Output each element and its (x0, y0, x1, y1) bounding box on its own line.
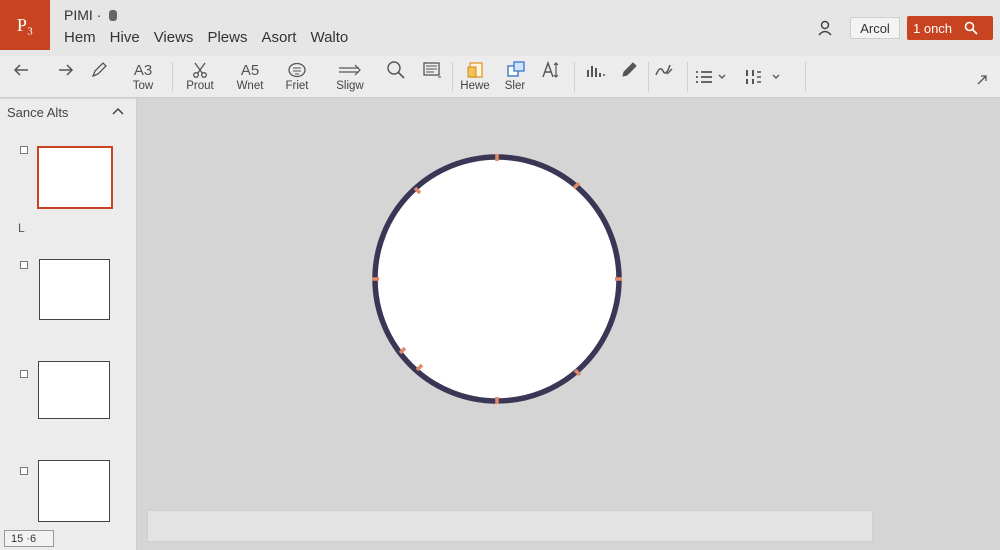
cancel-button[interactable]: Arcol (850, 17, 900, 39)
scissors-icon (193, 62, 207, 78)
notes-pane[interactable] (147, 510, 873, 542)
lasso-button[interactable] (384, 60, 408, 94)
ribbon-divider (805, 62, 806, 92)
search-button[interactable]: 1 onch (907, 16, 993, 40)
ink-button[interactable] (652, 60, 676, 94)
redo-button[interactable] (55, 60, 77, 94)
ribbon-divider (452, 62, 453, 92)
text-direction-button[interactable] (538, 60, 564, 94)
redo-icon (59, 64, 74, 76)
slide-3-checkbox[interactable] (20, 370, 28, 378)
circle-outline[interactable] (372, 154, 622, 404)
sligw-button[interactable]: Sligw (332, 60, 368, 94)
document-title-text: PIMI · (64, 7, 102, 23)
text-direction-icon (542, 60, 559, 78)
document-title: PIMI · (64, 7, 118, 23)
sligw-label: Sligw (336, 80, 364, 92)
friet-label: Friet (285, 80, 309, 92)
user-icon[interactable] (816, 19, 834, 37)
chevron-down-icon (772, 74, 780, 79)
pencil-icon (622, 62, 637, 77)
bar-chart-icon (587, 66, 605, 77)
lasso-icon (387, 61, 405, 79)
slide-thumbnail-2[interactable] (39, 259, 110, 320)
new-slide-icon (467, 62, 483, 78)
chevron-up-icon[interactable] (111, 105, 125, 119)
section-marker: L (18, 221, 25, 235)
sler-label: Sler (504, 80, 526, 92)
bullet-list-icon (696, 71, 712, 83)
search-icon (964, 21, 978, 35)
wnet-label: Wnet (236, 80, 264, 92)
title-bar: P₃ PIMI · Hem Hive Views Plews Asort Wal… (0, 0, 1000, 56)
menu-item-plews[interactable]: Plews (207, 29, 247, 46)
friet-button[interactable]: Friet (282, 60, 312, 94)
format-painter-button[interactable] (88, 60, 110, 94)
pen-tool-button[interactable] (618, 60, 640, 94)
chevron-down-icon (718, 74, 726, 79)
prout-label: Prout (186, 80, 214, 92)
ribbon-divider (574, 62, 575, 92)
slide-4-checkbox[interactable] (20, 467, 28, 475)
menu-item-hem[interactable]: Hem (64, 29, 96, 46)
expand-icon (977, 75, 987, 85)
save-status-icon (109, 9, 118, 21)
circle-shape[interactable] (360, 148, 636, 412)
search-button-label: 1 onch (913, 20, 953, 36)
undo-button[interactable] (10, 60, 32, 94)
wnet-glyph: A5 (240, 61, 260, 79)
wnet-button[interactable]: A5 Wnet (233, 60, 267, 94)
chart-button[interactable] (583, 60, 609, 94)
gallery-icon (288, 62, 306, 78)
slide-thumbnail-4[interactable] (38, 460, 110, 522)
ink-icon (655, 64, 673, 76)
sler-button[interactable]: Sler (500, 60, 530, 94)
menu-item-walto[interactable]: Walto (310, 29, 348, 46)
prout-button[interactable]: Prout (182, 60, 218, 94)
shape-icon (507, 61, 525, 77)
ribbon-divider (687, 62, 688, 92)
app-logo: P₃ (0, 0, 50, 50)
hewe-label: Hewe (460, 80, 490, 92)
menu-item-views[interactable]: Views (154, 29, 194, 46)
slide-2-checkbox[interactable] (20, 261, 28, 269)
menu-item-hive[interactable]: Hive (110, 29, 140, 46)
layout-icon (423, 62, 441, 78)
slide-counter: 15 ·6 (4, 530, 54, 547)
menu-item-asort[interactable]: Asort (261, 29, 296, 46)
pen-icon (91, 62, 107, 78)
ribbon-divider (648, 62, 649, 92)
slide-1-checkbox[interactable] (20, 146, 28, 154)
ribbon-toolbar: A3 Tow Prout A5 Wnet Friet Sligw Hewe Sl… (0, 56, 1000, 98)
slides-panel-title: Sance Alts (7, 105, 69, 120)
undo-icon (13, 64, 28, 76)
ribbon-divider (172, 62, 173, 92)
bullets-dropdown[interactable] (694, 66, 734, 88)
arrange-dropdown[interactable] (744, 66, 790, 88)
arrow-right-icon (339, 64, 361, 76)
arrange-icon (746, 70, 761, 84)
hewe-button[interactable]: Hewe (458, 60, 492, 94)
tow-glyph: A3 (133, 61, 153, 79)
tow-button[interactable]: A3 Tow (126, 60, 160, 94)
slide-thumbnail-3[interactable] (38, 361, 110, 419)
slide-thumbnail-1[interactable] (37, 146, 113, 209)
tow-label: Tow (132, 80, 154, 92)
menu-bar: Hem Hive Views Plews Asort Walto (64, 29, 348, 46)
layout-button[interactable] (419, 60, 445, 94)
